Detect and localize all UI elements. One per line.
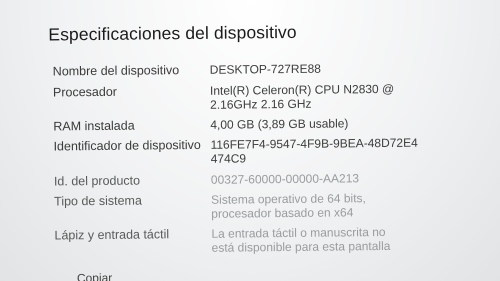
spec-label: Id. del producto [53, 173, 141, 189]
spec-value-line: procesador basado en x64 [211, 205, 354, 221]
spec-value-line: 116FE7F4-9547-4F9B-9BEA-48D72E4 [210, 135, 418, 152]
spec-value-line: DESKTOP-727RE88 [209, 61, 321, 77]
spec-label: Lápiz y entrada táctil [54, 227, 170, 243]
section-title: Especificaciones del dispositivo [48, 21, 297, 45]
spec-value: 116FE7F4-9547-4F9B-9BEA-48D72E4 474C9 [210, 136, 418, 166]
spec-value-line: está disponible para esta pantalla [211, 238, 391, 255]
device-specifications-panel: Especificaciones del dispositivo Nombre … [0, 0, 500, 281]
spec-value-line: 4,00 GB (3,89 GB usable) [210, 116, 349, 132]
spec-label: RAM instalada [53, 118, 135, 134]
spec-value: 00327-60000-00000-AA213 [211, 171, 359, 187]
spec-label: Tipo de sistema [54, 193, 142, 209]
spec-value-line: 2.16GHz 2.16 GHz [210, 96, 312, 112]
spec-row-product-id: Id. del producto 00327-60000-00000-AA213 [2, 170, 500, 188]
spec-row-system-type: Tipo de sistema Sistema operativo de 64 … [2, 190, 500, 221]
spec-value: 4,00 GB (3,89 GB usable) [210, 116, 348, 131]
spec-value: La entrada táctil o manuscrita no está d… [211, 225, 390, 255]
spec-value: DESKTOP-727RE88 [210, 62, 321, 77]
spec-row-pen-touch: Lápiz y entrada táctil La entrada táctil… [2, 224, 500, 255]
spec-label: Procesador [52, 84, 117, 100]
spec-value: Intel(R) Celeron(R) CPU N2830 @ 2.16GHz … [210, 82, 395, 112]
spec-row-device-id: Identificador de dispositivo 116FE7F4-95… [1, 135, 500, 166]
spec-value-line: 00327-60000-00000-AA213 [210, 171, 360, 187]
spec-value-line: Intel(R) Celeron(R) CPU N2830 @ [209, 81, 395, 98]
copy-button[interactable]: Copiar [77, 271, 113, 281]
spec-row-ram: RAM instalada 4,00 GB (3,89 GB usable) [1, 115, 500, 133]
spec-value-line: 474C9 [210, 151, 247, 166]
spec-label: Identificador de dispositivo [53, 137, 201, 154]
spec-label: Nombre del dispositivo [52, 63, 180, 79]
spec-row-device-name: Nombre del dispositivo DESKTOP-727RE88 [1, 60, 500, 79]
spec-row-processor: Procesador Intel(R) Celeron(R) CPU N2830… [1, 81, 500, 112]
spec-value: Sistema operativo de 64 bits, procesador… [211, 191, 366, 221]
